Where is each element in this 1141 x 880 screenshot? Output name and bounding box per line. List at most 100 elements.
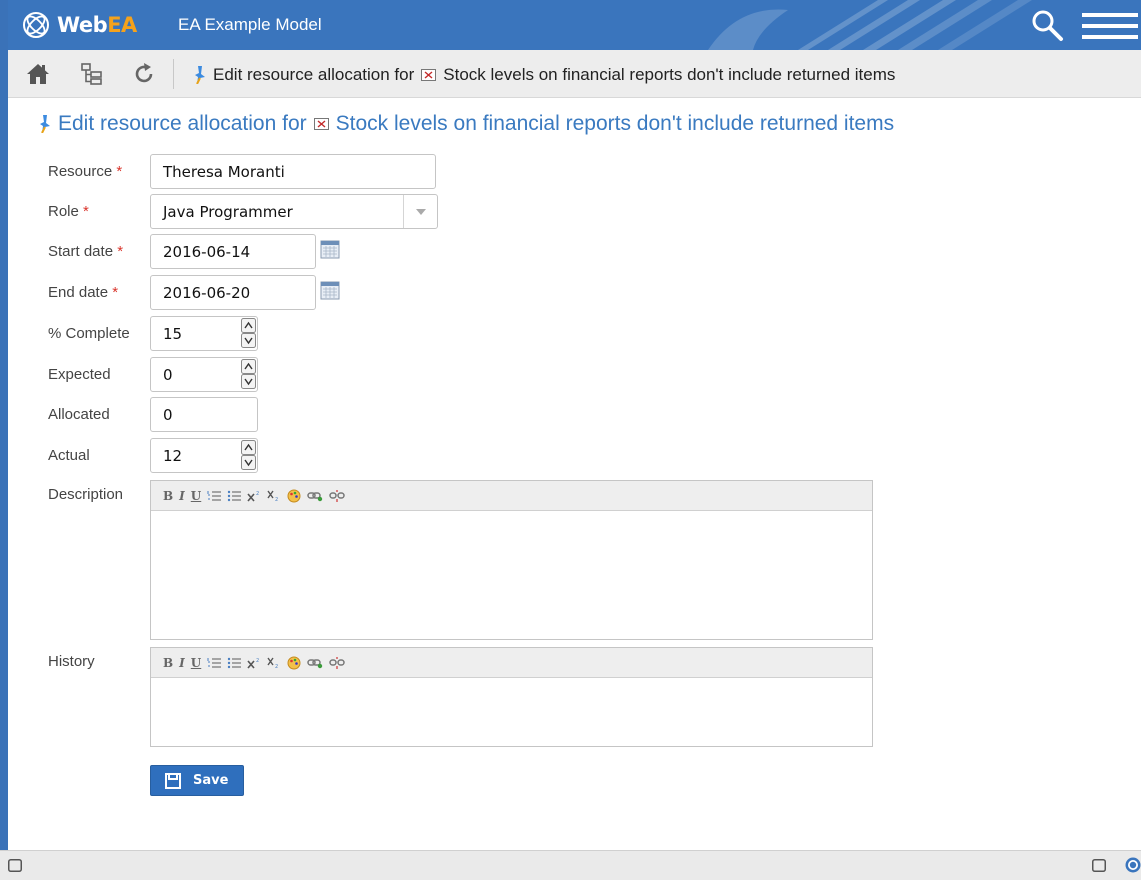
link-icon[interactable] xyxy=(307,490,323,502)
pin-icon xyxy=(40,115,50,133)
actual-label: Actual xyxy=(48,447,90,464)
description-editor-toolbar: B I U 2 2 xyxy=(151,481,872,511)
color-palette-icon[interactable] xyxy=(287,656,301,670)
breadcrumb-prefix: Edit resource allocation for xyxy=(213,65,415,84)
toolbar-separator xyxy=(173,59,174,89)
end-date-input[interactable]: 2016-06-20 xyxy=(150,275,316,310)
description-label: Description xyxy=(48,486,123,503)
underline-button[interactable]: U xyxy=(191,656,201,670)
page-title-prefix: Edit resource allocation for xyxy=(58,112,307,135)
svg-text:2: 2 xyxy=(275,497,278,502)
role-dropdown-button[interactable] xyxy=(403,195,437,228)
allocated-label: Allocated xyxy=(48,406,110,423)
role-select[interactable]: Java Programmer xyxy=(150,194,438,229)
history-editor: B I U 2 2 xyxy=(150,647,873,747)
start-date-value: 2016-06-14 xyxy=(163,242,251,261)
bold-button[interactable]: B xyxy=(163,489,173,503)
description-editor: B I U 2 2 xyxy=(150,480,873,640)
refresh-icon[interactable] xyxy=(132,62,156,86)
role-label-text: Role xyxy=(48,203,79,220)
bold-button[interactable]: B xyxy=(163,656,173,670)
unlink-icon[interactable] xyxy=(329,656,345,669)
allocated-value: 0 xyxy=(163,405,173,424)
italic-button[interactable]: I xyxy=(179,489,185,503)
browser-tree-icon[interactable] xyxy=(80,62,104,86)
navigation-toolbar: Edit resource allocation for Stock level… xyxy=(8,50,1141,98)
left-edge xyxy=(0,0,8,880)
expected-label: Expected xyxy=(48,366,111,383)
description-label-text: Description xyxy=(48,486,124,503)
expected-label-text: Expected xyxy=(48,366,111,383)
properties-panel-icon[interactable] xyxy=(1092,859,1106,872)
home-icon[interactable] xyxy=(26,62,50,86)
status-bar xyxy=(0,850,1141,880)
percent-complete-label: % Complete xyxy=(48,325,130,342)
start-date-input[interactable]: 2016-06-14 xyxy=(150,234,316,269)
panel-toggle-icon[interactable] xyxy=(8,859,22,872)
allocated-input[interactable]: 0 xyxy=(150,397,258,432)
role-value: Java Programmer xyxy=(163,202,293,221)
numbered-list-icon[interactable] xyxy=(207,657,222,669)
resource-input[interactable]: Theresa Moranti xyxy=(150,154,436,189)
breadcrumb: Edit resource allocation for Stock level… xyxy=(193,65,895,85)
save-button[interactable]: Save xyxy=(150,765,244,796)
unlink-icon[interactable] xyxy=(329,489,345,502)
resource-label: Resource * xyxy=(48,163,122,180)
history-label-text: History xyxy=(48,653,95,670)
spinner-icon[interactable] xyxy=(241,318,256,348)
required-marker: * xyxy=(117,243,124,260)
superscript-icon[interactable]: 2 xyxy=(247,490,261,502)
end-date-label: End date * xyxy=(48,284,118,301)
webea-logo[interactable]: WebEA xyxy=(22,10,137,40)
actual-label-text: Actual xyxy=(48,447,90,464)
start-date-label-text: Start date xyxy=(48,243,114,260)
subscript-icon[interactable]: 2 xyxy=(267,657,281,669)
actual-value: 12 xyxy=(163,446,183,465)
color-palette-icon[interactable] xyxy=(287,489,301,503)
bullet-list-icon[interactable] xyxy=(227,490,242,502)
page-title: Edit resource allocation for Stock level… xyxy=(38,112,894,136)
logo-text-accent: EA xyxy=(107,13,137,37)
webea-logo-icon xyxy=(23,12,49,38)
search-icon[interactable] xyxy=(1030,8,1064,42)
chevron-down-icon xyxy=(415,208,426,215)
svg-text:2: 2 xyxy=(275,664,278,669)
subscript-icon[interactable]: 2 xyxy=(267,490,281,502)
allocated-label-text: Allocated xyxy=(48,406,110,423)
hamburger-menu-icon[interactable] xyxy=(1082,12,1138,40)
change-element-icon xyxy=(313,118,329,130)
spinner-icon[interactable] xyxy=(241,440,256,470)
pin-icon xyxy=(195,66,205,84)
required-marker: * xyxy=(112,284,119,301)
spinner-icon[interactable] xyxy=(241,359,256,389)
logo-text-main: Web xyxy=(57,13,108,37)
superscript-icon[interactable]: 2 xyxy=(247,657,261,669)
app-header: WebEA EA Example Model xyxy=(8,0,1141,50)
percent-complete-value: 15 xyxy=(163,324,183,343)
svg-text:2: 2 xyxy=(256,658,259,664)
underline-button[interactable]: U xyxy=(191,489,201,503)
calendar-icon[interactable] xyxy=(320,239,340,259)
percent-complete-label-text: % Complete xyxy=(48,325,130,342)
change-element-icon xyxy=(421,69,437,81)
webea-app: WebEA EA Example Model Edit resource all… xyxy=(0,0,1141,880)
expected-value: 0 xyxy=(163,365,173,384)
header-decoration xyxy=(708,0,1032,50)
bullet-list-icon[interactable] xyxy=(227,657,242,669)
calendar-icon[interactable] xyxy=(320,280,340,300)
required-marker: * xyxy=(116,163,123,180)
start-date-label: Start date * xyxy=(48,243,123,260)
breadcrumb-element: Stock levels on financial reports don't … xyxy=(443,65,896,84)
page-title-element: Stock levels on financial reports don't … xyxy=(335,112,895,135)
end-date-label-text: End date xyxy=(48,284,109,301)
role-label: Role * xyxy=(48,203,89,220)
resource-value: Theresa Moranti xyxy=(163,162,285,181)
save-label: Save xyxy=(193,773,229,788)
model-title: EA Example Model xyxy=(178,15,322,34)
resource-label-text: Resource xyxy=(48,163,113,180)
user-avatar-icon[interactable] xyxy=(1125,857,1141,873)
numbered-list-icon[interactable] xyxy=(207,490,222,502)
logo-text: WebEA xyxy=(57,13,137,37)
link-icon[interactable] xyxy=(307,657,323,669)
italic-button[interactable]: I xyxy=(179,656,185,670)
